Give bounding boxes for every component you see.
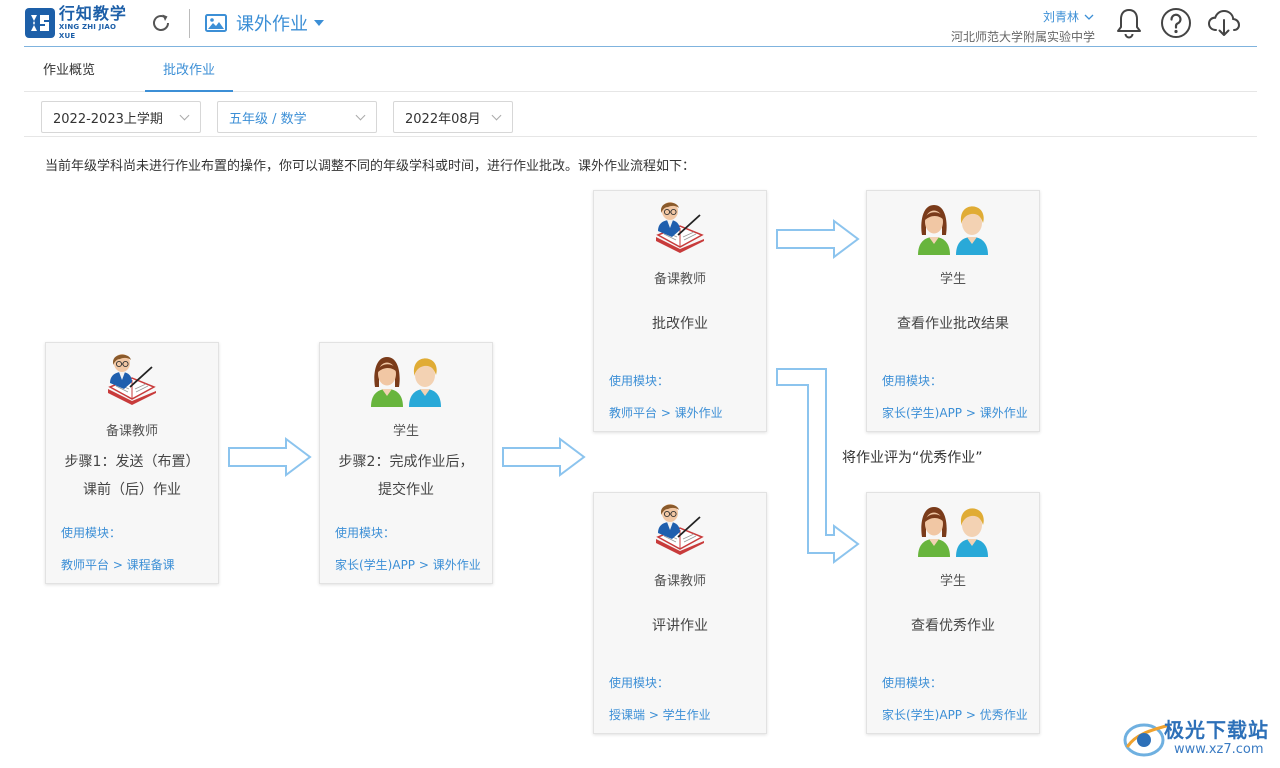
flow-branch-label: 将作业评为“优秀作业” [842, 450, 983, 466]
card-role: 学生 [939, 272, 966, 287]
module-link[interactable]: 家长(学生)APP > 课外作业 [335, 556, 481, 573]
module-label: 使用模块： [609, 676, 670, 690]
flow-card-assign: 备课教师 步骤1：发送（布置） 课前（后）作业 使用模块： 教师平台 > 课程备… [45, 342, 219, 584]
students-icon [867, 501, 1039, 559]
card-title-line2: 提交作业 [378, 482, 434, 498]
teacher-icon [46, 351, 218, 411]
students-icon [867, 199, 1039, 257]
card-role: 学生 [392, 424, 419, 439]
flow-card-review: 备课教师 评讲作业 使用模块： 授课端 > 学生作业 [593, 492, 767, 734]
module-label: 使用模块： [335, 526, 396, 540]
teacher-icon [594, 501, 766, 561]
module-label: 使用模块： [609, 374, 670, 388]
card-title-line2: 课前（后）作业 [83, 482, 181, 498]
card-role: 备课教师 [105, 424, 158, 439]
flow-card-excellent: 学生 查看优秀作业 使用模块： 家长(学生)APP > 优秀作业 [866, 492, 1040, 734]
card-title: 步骤1：发送（布置） [64, 454, 200, 470]
module-label: 使用模块： [61, 526, 122, 540]
watermark-logo-icon [1123, 723, 1168, 757]
card-role: 备课教师 [653, 272, 706, 287]
watermark-url: www.xz7.com [1174, 742, 1264, 757]
teacher-icon [594, 199, 766, 259]
module-link[interactable]: 家长(学生)APP > 课外作业 [882, 404, 1028, 421]
flow-card-grading: 备课教师 批改作业 使用模块： 教师平台 > 课外作业 [593, 190, 767, 432]
module-label: 使用模块： [882, 676, 943, 690]
card-title: 查看作业批改结果 [897, 316, 1009, 332]
flow-card-submit: 学生 步骤2：完成作业后， 提交作业 使用模块： 家长(学生)APP > 课外作… [319, 342, 493, 584]
arrow-grading-to-result-icon [776, 219, 860, 259]
watermark-text: 极光下载站 [1164, 718, 1269, 742]
students-icon [320, 351, 492, 409]
site-watermark: 极光下载站 www.xz7.com [1122, 712, 1272, 764]
arrow-step2-to-grading-icon [502, 437, 586, 477]
flow-card-view-results: 学生 查看作业批改结果 使用模块： 家长(学生)APP > 课外作业 [866, 190, 1040, 432]
card-title: 查看优秀作业 [911, 618, 995, 634]
arrow-step1-to-step2-icon [228, 437, 312, 477]
card-title: 步骤2：完成作业后， [338, 454, 474, 470]
module-link[interactable]: 教师平台 > 课程备课 [61, 556, 175, 573]
card-role: 备课教师 [653, 574, 706, 589]
module-link[interactable]: 家长(学生)APP > 优秀作业 [882, 706, 1028, 723]
module-label: 使用模块： [882, 374, 943, 388]
card-title: 批改作业 [652, 316, 708, 332]
module-link[interactable]: 授课端 > 学生作业 [609, 706, 711, 723]
card-title: 评讲作业 [652, 618, 708, 634]
module-link[interactable]: 教师平台 > 课外作业 [609, 404, 723, 421]
card-role: 学生 [939, 574, 966, 589]
